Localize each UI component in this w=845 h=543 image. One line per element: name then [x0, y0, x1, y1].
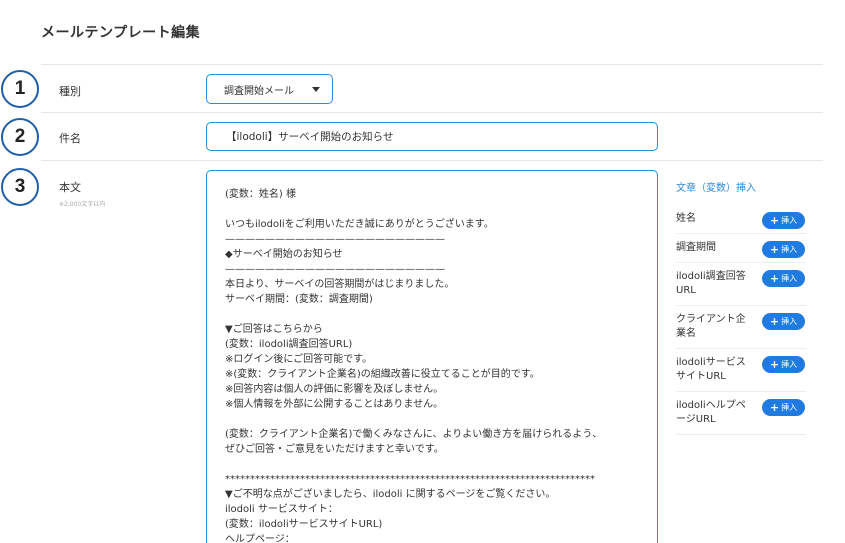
- subject-input[interactable]: [206, 122, 658, 151]
- variable-name-line: 調査期間: [676, 242, 716, 253]
- caret-down-icon: [312, 87, 320, 92]
- insert-button-label: 挿入: [781, 216, 798, 225]
- body-text-line: [225, 202, 657, 217]
- variable-name: クライアント企 業名: [676, 313, 754, 341]
- variable-name-line: ージURL: [676, 414, 716, 425]
- body-text-line: ▼ご不明な点がございましたら、ilodoli に関するページをご覧ください。: [225, 489, 556, 500]
- insert-panel-title[interactable]: 文章（変数）挿入: [676, 179, 756, 194]
- step-badge-2: 2: [1, 118, 39, 156]
- variable-name-line: ilodoli調査回答: [676, 271, 746, 282]
- body-text-line: ——————————————————————: [225, 234, 445, 245]
- plus-icon: +: [769, 401, 780, 414]
- type-select-value: 調査開始メール: [224, 85, 294, 97]
- body-char-limit: ※2,000文字以内: [59, 201, 106, 208]
- type-select[interactable]: 調査開始メール: [206, 74, 333, 104]
- body-text-line: [225, 412, 657, 427]
- insert-button-label: 挿入: [781, 360, 798, 369]
- body-label: 本文: [59, 181, 81, 194]
- divider: [41, 112, 823, 113]
- body-text-line: ▼ご回答はこちらから: [225, 324, 323, 335]
- subject-label: 件名: [59, 132, 81, 145]
- variable-item: 姓名 + 挿入: [676, 205, 806, 234]
- divider: [41, 64, 823, 65]
- body-text-line: 本日より、サーベイの回答期間がはじまりました。: [225, 279, 455, 290]
- step-badge-1: 1: [1, 70, 39, 108]
- body-text-line: (変数：ilodoli調査回答URL): [225, 339, 353, 350]
- insert-button[interactable]: + 挿入: [762, 399, 805, 416]
- variable-name-line: サイトURL: [676, 371, 726, 382]
- body-text-line: ぜひご回答・ご意見をいただけますと幸いです。: [225, 444, 444, 455]
- body-text-line: ——————————————————————: [225, 264, 445, 275]
- variable-name: ilodoliヘルプペ ージURL: [676, 399, 754, 427]
- variable-name: ilodoliサービス サイトURL: [676, 356, 754, 384]
- variable-name-line: 姓名: [676, 213, 696, 224]
- insert-button-label: 挿入: [781, 245, 798, 254]
- body-text-line: ilodoli サービスサイト：: [225, 504, 338, 515]
- body-text-line: (変数：クライアント企業名)で働くみなさんに、よりよい働き方を届けられるよう、: [225, 429, 603, 440]
- divider: [41, 160, 823, 161]
- insert-button[interactable]: + 挿入: [762, 212, 805, 229]
- variable-item: ilodoli調査回答 URL + 挿入: [676, 263, 806, 306]
- type-label: 種別: [59, 85, 81, 98]
- body-text-line: ※回答内容は個人の評価に影響を及ぼしません。: [225, 384, 444, 395]
- insert-button-label: 挿入: [781, 317, 798, 326]
- variable-name: 調査期間: [676, 241, 754, 255]
- variable-name-line: クライアント企: [676, 314, 746, 325]
- step-badge-3: 3: [1, 168, 39, 206]
- body-textarea[interactable]: (変数：姓名) 様いつもilodoliをご利用いただき誠にありがとうございます。…: [206, 170, 658, 543]
- insert-button[interactable]: + 挿入: [762, 241, 805, 258]
- variable-item: ilodoliヘルプペ ージURL + 挿入: [676, 392, 806, 435]
- body-text-line: ※ログイン後にご回答可能です。: [225, 354, 373, 365]
- body-text-line: いつもilodoliをご利用いただき誠にありがとうございます。: [225, 219, 494, 230]
- body-text-line: (変数：姓名) 様: [225, 189, 296, 200]
- body-text-line: ※個人情報を外部に公開することはありません。: [225, 399, 444, 410]
- plus-icon: +: [769, 214, 780, 227]
- plus-icon: +: [769, 243, 780, 256]
- body-text-line: [225, 457, 657, 472]
- body-text-line: サーベイ期間：(変数：調査期間): [225, 294, 373, 305]
- variable-name-line: URL: [676, 285, 696, 296]
- variable-name-line: 業名: [676, 328, 696, 339]
- plus-icon: +: [769, 315, 780, 328]
- insert-button[interactable]: + 挿入: [762, 356, 805, 373]
- variable-name: 姓名: [676, 212, 754, 226]
- plus-icon: +: [769, 358, 780, 371]
- plus-icon: +: [769, 272, 780, 285]
- variable-item: クライアント企 業名 + 挿入: [676, 306, 806, 349]
- body-text-line: (変数：ilodoliサービスサイトURL): [225, 519, 383, 530]
- insert-button[interactable]: + 挿入: [762, 270, 805, 287]
- variable-item: 調査期間 + 挿入: [676, 234, 806, 263]
- variable-item: ilodoliサービス サイトURL + 挿入: [676, 349, 806, 392]
- body-text-line: ヘルプページ：: [225, 534, 295, 543]
- body-text-line: [225, 307, 657, 322]
- body-text-line: ****************************************…: [225, 474, 595, 485]
- variable-name-line: ilodoliヘルプペ: [676, 400, 746, 411]
- body-text-line: ※(変数：クライアント企業名)の組織改善に役立てることが目的です。: [225, 369, 540, 380]
- page-title: メールテンプレート編集: [41, 25, 201, 41]
- body-text-line: ◆サーベイ開始のお知らせ: [225, 249, 343, 260]
- variable-name: ilodoli調査回答 URL: [676, 270, 754, 298]
- insert-button-label: 挿入: [781, 274, 798, 283]
- variable-list: 姓名 + 挿入 調査期間 + 挿入 ilodoli調査回答 URL + 挿入 クライアント企 業名 + 挿…: [676, 205, 806, 435]
- insert-button-label: 挿入: [781, 403, 798, 412]
- variable-name-line: ilodoliサービス: [676, 357, 746, 368]
- insert-button[interactable]: + 挿入: [762, 313, 805, 330]
